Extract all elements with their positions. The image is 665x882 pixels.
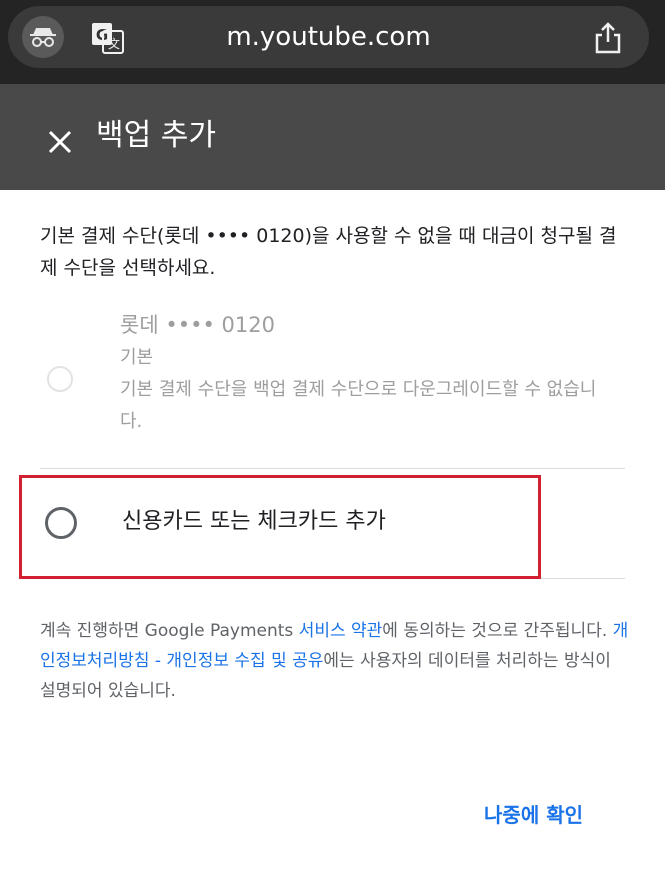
payment-option-primary: 롯데 •••• 0120 기본 기본 결제 수단을 백업 결제 수단으로 다운그… xyxy=(0,298,665,468)
option-note: 기본 결제 수단을 백업 결제 수단으로 다운그레이드할 수 없습니다. xyxy=(120,379,597,432)
page-title: 백업 추가 xyxy=(96,118,216,153)
dialog-header: 백업 추가 xyxy=(0,84,665,190)
divider xyxy=(40,468,625,469)
option-subtitle: 기본 xyxy=(120,347,154,368)
legal-text-part: 에 동의하는 것으로 간주됩니다. xyxy=(382,621,613,641)
svg-text:文: 文 xyxy=(108,36,120,51)
translate-icon[interactable]: G 文 xyxy=(90,20,126,56)
legal-text-part: 계속 진행하면 Google Payments xyxy=(40,621,299,641)
highlight-box xyxy=(19,475,541,579)
terms-link[interactable]: 서비스 약관 xyxy=(299,621,383,641)
incognito-icon[interactable] xyxy=(22,16,64,58)
radio-disabled xyxy=(47,366,73,392)
description: 기본 결제 수단(롯데 •••• 0120)을 사용할 수 없을 때 대금이 청… xyxy=(40,225,617,279)
close-icon[interactable] xyxy=(38,120,82,164)
legal-text: 계속 진행하면 Google Payments 서비스 약관에 동의하는 것으로… xyxy=(40,616,630,706)
address-bar[interactable]: G 文 m.youtube.com xyxy=(8,6,649,68)
later-button[interactable]: 나중에 확인 xyxy=(484,797,583,833)
option-name: 롯데 •••• 0120 xyxy=(120,313,275,337)
share-icon[interactable] xyxy=(591,20,625,56)
browser-toolbar: G 文 m.youtube.com xyxy=(0,0,665,84)
